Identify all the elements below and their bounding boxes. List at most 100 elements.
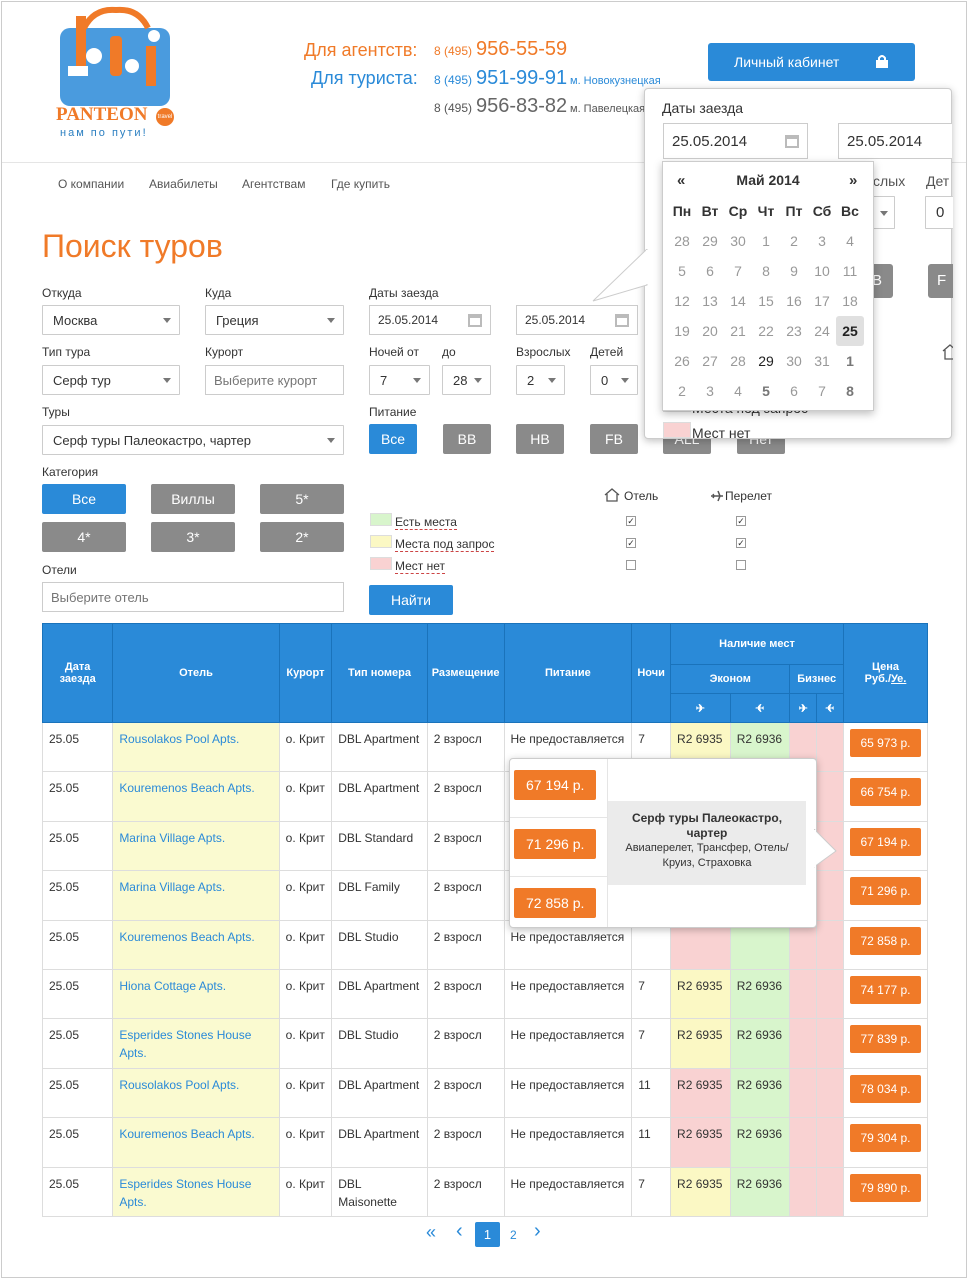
- hotel-available-checkbox[interactable]: ✓: [626, 516, 636, 526]
- calendar-day[interactable]: 20: [696, 316, 724, 346]
- search-button[interactable]: Найти: [369, 585, 453, 615]
- calendar-day[interactable]: 29: [696, 226, 724, 256]
- to-select[interactable]: Греция: [205, 305, 344, 335]
- date-from-input[interactable]: 25.05.2014: [369, 305, 491, 335]
- calendar-day[interactable]: 6: [780, 376, 808, 406]
- nav-about[interactable]: О компании: [58, 177, 124, 191]
- meal-button-fb[interactable]: FB: [590, 424, 638, 454]
- price-button[interactable]: 78 034 р.: [850, 1074, 921, 1103]
- calendar-day[interactable]: 10: [808, 256, 836, 286]
- calendar-day[interactable]: 29: [752, 346, 780, 376]
- calendar-day[interactable]: 24: [808, 316, 836, 346]
- category-all-button[interactable]: Все: [42, 484, 126, 514]
- flight-available-checkbox[interactable]: ✓: [736, 516, 746, 526]
- calendar-day[interactable]: 18: [836, 286, 864, 316]
- calendar-day[interactable]: 2: [668, 376, 696, 406]
- price-button[interactable]: 66 754 р.: [850, 778, 921, 807]
- cabinet-button[interactable]: Личный кабинет: [708, 43, 915, 81]
- cell-hotel-link[interactable]: Hiona Cottage Apts.: [112, 968, 280, 1020]
- price-button[interactable]: 71 296 р.: [850, 877, 921, 906]
- calendar-day[interactable]: 1: [836, 346, 864, 376]
- adults-select[interactable]: 2: [516, 365, 565, 395]
- price-button[interactable]: 79 890 р.: [850, 1173, 921, 1202]
- category-5star-button[interactable]: 5*: [260, 484, 344, 514]
- hotels-input[interactable]: [42, 582, 344, 612]
- price-button[interactable]: 77 839 р.: [850, 1025, 921, 1054]
- calendar-day[interactable]: 5: [752, 376, 780, 406]
- category-2star-button[interactable]: 2*: [260, 522, 344, 552]
- calendar-day[interactable]: 17: [808, 286, 836, 316]
- calendar-day[interactable]: 3: [808, 226, 836, 256]
- table-row[interactable]: 25.05 Esperides Stones House Apts. о. Крит…: [41, 1166, 929, 1217]
- calendar-icon[interactable]: [468, 314, 482, 327]
- meal-button-hb[interactable]: HB: [516, 424, 564, 454]
- table-row[interactable]: 25.05 Rousolakos Pool Apts. о. Крит DBL Apa…: [41, 1067, 929, 1119]
- calendar-day[interactable]: 15: [752, 286, 780, 316]
- pager-next-button[interactable]: ›: [534, 1220, 541, 1243]
- price-button[interactable]: 72 858 р.: [850, 926, 921, 955]
- nav-avia[interactable]: Авиабилеты: [149, 177, 218, 191]
- nights-to-select[interactable]: 28: [442, 365, 491, 395]
- pager-first-button[interactable]: «: [426, 1222, 436, 1243]
- phone3[interactable]: 956-83-82: [476, 95, 567, 118]
- th-price-currency-link[interactable]: Уе.: [891, 673, 906, 685]
- calendar-day[interactable]: 8: [752, 256, 780, 286]
- calendar-day[interactable]: 11: [836, 256, 864, 286]
- pager-prev-button[interactable]: ‹: [456, 1220, 463, 1243]
- price-button[interactable]: 65 973 р.: [850, 729, 921, 757]
- cell-hotel-link[interactable]: Esperides Stones House Apts.: [112, 1166, 280, 1217]
- price-button[interactable]: 74 177 р.: [850, 975, 921, 1004]
- calendar-day[interactable]: 16: [780, 286, 808, 316]
- table-row[interactable]: 25.05 Esperides Stones House Apts. о. Крит…: [41, 1018, 929, 1069]
- meal-button-bb[interactable]: BB: [443, 424, 491, 454]
- calendar-day[interactable]: 22: [752, 316, 780, 346]
- table-row[interactable]: 25.05 Kouremenos Beach Apts. о. Крит DBL Ap…: [41, 1117, 929, 1168]
- popover-price-3[interactable]: 72 858 р.: [514, 888, 597, 918]
- tourist-phone[interactable]: 951-99-91: [476, 67, 567, 90]
- calendar-day[interactable]: 28: [724, 346, 752, 376]
- calendar-day[interactable]: 12: [668, 286, 696, 316]
- category-4star-button[interactable]: 4*: [42, 522, 126, 552]
- calendar-day[interactable]: 23: [780, 316, 808, 346]
- agency-phone[interactable]: 956-55-59: [476, 38, 567, 61]
- cell-hotel-link[interactable]: Marina Village Apts.: [112, 870, 280, 921]
- datepicker-from-input[interactable]: 25.05.2014: [663, 123, 808, 159]
- calendar-day[interactable]: 25: [836, 316, 864, 346]
- calendar-month[interactable]: Май 2014: [663, 172, 873, 188]
- pager-page-1[interactable]: 1: [475, 1222, 500, 1247]
- peek-meal-f-button[interactable]: F: [928, 264, 953, 298]
- price-button[interactable]: 79 304 р.: [850, 1124, 921, 1153]
- cell-hotel-link[interactable]: Marina Village Apts.: [112, 820, 280, 872]
- calendar-day[interactable]: 7: [808, 376, 836, 406]
- peek-children-select[interactable]: 0: [925, 196, 953, 229]
- calendar-day[interactable]: 4: [724, 376, 752, 406]
- nav-agents[interactable]: Агентствам: [242, 177, 305, 191]
- calendar-day[interactable]: 30: [780, 346, 808, 376]
- calendar-day[interactable]: 31: [808, 346, 836, 376]
- calendar-day[interactable]: 5: [668, 256, 696, 286]
- price-button[interactable]: 67 194 р.: [850, 827, 921, 856]
- calendar-day[interactable]: 9: [780, 256, 808, 286]
- calendar-day[interactable]: 3: [696, 376, 724, 406]
- calendar-day[interactable]: 30: [724, 226, 752, 256]
- cell-hotel-link[interactable]: Rousolakos Pool Apts.: [112, 1067, 280, 1119]
- from-select[interactable]: Москва: [42, 305, 180, 335]
- category-3star-button[interactable]: 3*: [151, 522, 235, 552]
- nights-from-select[interactable]: 7: [369, 365, 430, 395]
- flight-none-checkbox[interactable]: [736, 560, 746, 570]
- children-select[interactable]: 0: [590, 365, 638, 395]
- cell-hotel-link[interactable]: Esperides Stones House Apts.: [112, 1018, 280, 1069]
- popover-price-2[interactable]: 71 296 р.: [514, 829, 597, 859]
- hotel-request-checkbox[interactable]: ✓: [626, 538, 636, 548]
- tours-select[interactable]: Серф туры Палеокастро, чартер: [42, 425, 344, 455]
- cell-hotel-link[interactable]: Kouremenos Beach Apts.: [112, 1117, 280, 1168]
- calendar-day[interactable]: 6: [696, 256, 724, 286]
- meal-button-all[interactable]: Все: [369, 424, 417, 454]
- calendar-day[interactable]: 8: [836, 376, 864, 406]
- popover-price-1[interactable]: 67 194 р.: [514, 770, 597, 800]
- calendar-day[interactable]: 19: [668, 316, 696, 346]
- cell-hotel-link[interactable]: Kouremenos Beach Apts.: [112, 771, 280, 822]
- datepicker-to-input[interactable]: 25.05.2014: [838, 123, 952, 159]
- calendar-day[interactable]: 2: [780, 226, 808, 256]
- hotel-none-checkbox[interactable]: [626, 560, 636, 570]
